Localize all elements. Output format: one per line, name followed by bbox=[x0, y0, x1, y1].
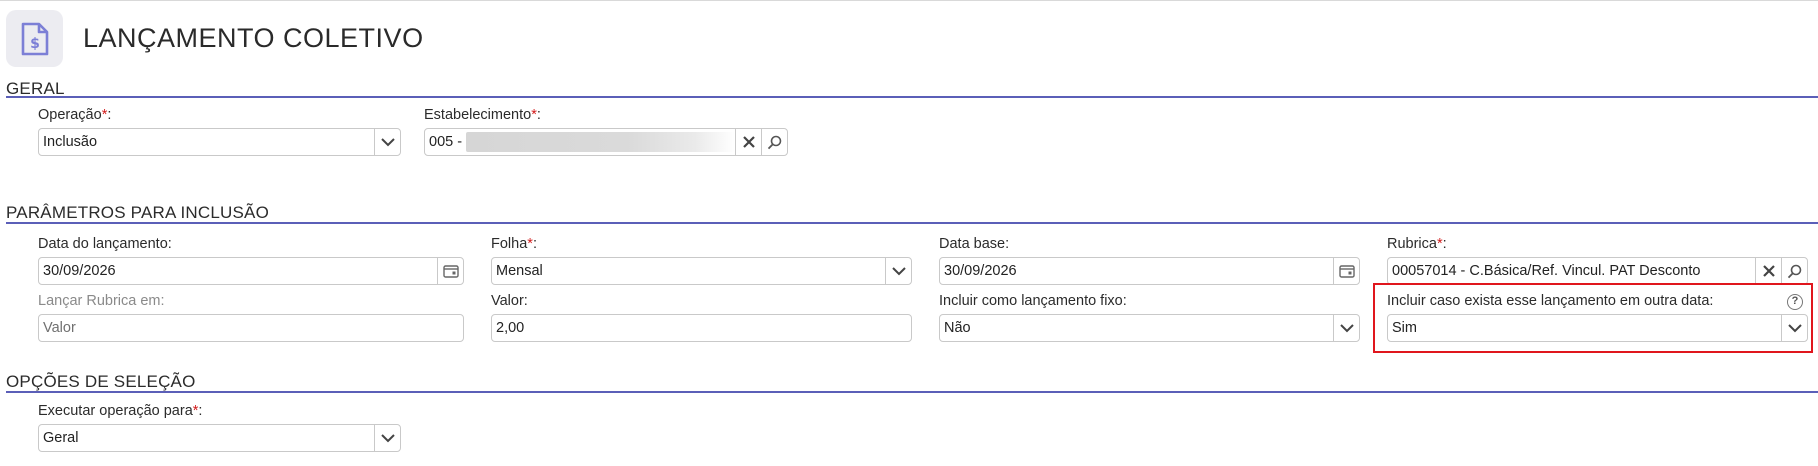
incluir-fixo-label: Incluir como lançamento fixo: bbox=[939, 293, 1127, 309]
page-header: $ LANÇAMENTO COLETIVO bbox=[6, 10, 424, 67]
rubrica-input[interactable]: 00057014 - C.Básica/Ref. Vincul. PAT Des… bbox=[1387, 257, 1808, 285]
valor-field: Valor: 2,00 bbox=[491, 293, 912, 343]
executar-para-field: Executar operação para*: Geral bbox=[38, 403, 401, 453]
rubrica-label: Rubrica*: bbox=[1387, 236, 1447, 252]
calendar-icon[interactable] bbox=[437, 258, 463, 284]
lancar-rubrica-input: Valor bbox=[38, 314, 464, 342]
highlight-annotation bbox=[1373, 283, 1813, 353]
lancar-rubrica-field: Lançar Rubrica em: Valor bbox=[38, 293, 464, 343]
data-base-field: Data base: 30/09/2026 bbox=[939, 236, 1360, 286]
document-dollar-icon: $ bbox=[6, 10, 63, 67]
incluir-fixo-field: Incluir como lançamento fixo: Não bbox=[939, 293, 1360, 343]
section-divider bbox=[6, 222, 1818, 224]
valor-label: Valor: bbox=[491, 293, 528, 309]
valor-input[interactable]: 2,00 bbox=[491, 314, 912, 342]
chevron-down-icon[interactable] bbox=[374, 425, 400, 451]
data-lancamento-input[interactable]: 30/09/2026 bbox=[38, 257, 464, 285]
top-rule bbox=[0, 0, 1818, 1]
rubrica-field: Rubrica*: 00057014 - C.Básica/Ref. Vincu… bbox=[1387, 236, 1808, 286]
redacted-text bbox=[466, 132, 735, 152]
chevron-down-icon[interactable] bbox=[885, 258, 911, 284]
search-icon[interactable] bbox=[1781, 258, 1807, 284]
chevron-down-icon[interactable] bbox=[1333, 315, 1359, 341]
executar-para-label: Executar operação para*: bbox=[38, 403, 203, 419]
section-title-parametros: PARÂMETROS PARA INCLUSÃO bbox=[6, 203, 270, 222]
svg-text:$: $ bbox=[30, 36, 40, 52]
search-icon[interactable] bbox=[761, 129, 787, 155]
estabelecimento-input[interactable]: 005 - bbox=[424, 128, 788, 156]
section-title-opcoes: OPÇÕES DE SELEÇÃO bbox=[6, 372, 196, 391]
folha-label: Folha*: bbox=[491, 236, 537, 252]
data-base-label: Data base: bbox=[939, 236, 1010, 252]
estabelecimento-field: Estabelecimento*: 005 - bbox=[424, 107, 788, 157]
estabelecimento-value: 005 - bbox=[429, 134, 463, 150]
lancar-rubrica-label: Lançar Rubrica em: bbox=[38, 293, 165, 309]
executar-para-select[interactable]: Geral bbox=[38, 424, 401, 452]
incluir-fixo-select[interactable]: Não bbox=[939, 314, 1360, 342]
chevron-down-icon[interactable] bbox=[374, 129, 400, 155]
clear-icon[interactable] bbox=[1755, 258, 1781, 284]
data-lancamento-label: Data do lançamento: bbox=[38, 236, 172, 252]
folha-select[interactable]: Mensal bbox=[491, 257, 912, 285]
section-divider bbox=[6, 96, 1818, 98]
folha-field: Folha*: Mensal bbox=[491, 236, 912, 286]
data-lancamento-field: Data do lançamento: 30/09/2026 bbox=[38, 236, 464, 286]
data-base-input[interactable]: 30/09/2026 bbox=[939, 257, 1360, 285]
estabelecimento-label: Estabelecimento*: bbox=[424, 107, 541, 123]
calendar-icon[interactable] bbox=[1333, 258, 1359, 284]
clear-icon[interactable] bbox=[735, 129, 761, 155]
page-title: LANÇAMENTO COLETIVO bbox=[83, 23, 424, 53]
section-divider bbox=[6, 391, 1818, 393]
operacao-field: Operação*: Inclusão bbox=[38, 107, 401, 157]
operacao-select[interactable]: Inclusão bbox=[38, 128, 401, 156]
operacao-label: Operação*: bbox=[38, 107, 112, 123]
